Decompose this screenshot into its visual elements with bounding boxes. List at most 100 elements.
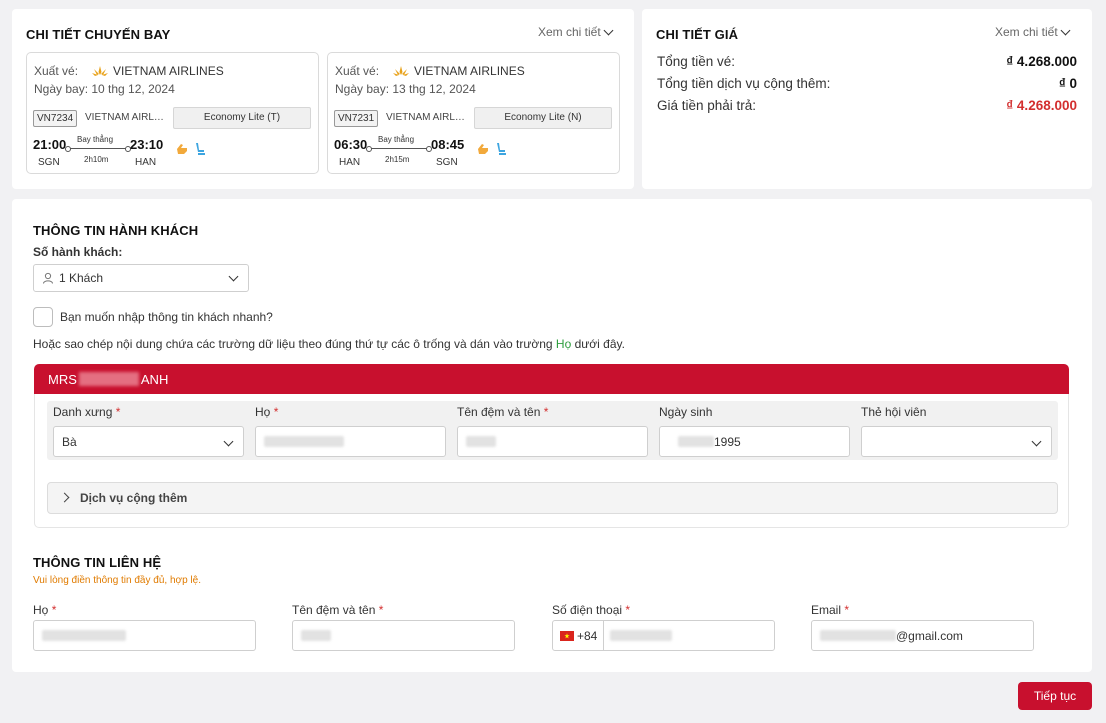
flight-code: VN7231 [334, 110, 379, 127]
arrival-time: 08:45 [431, 137, 465, 152]
dob-input[interactable]: 1995 [659, 426, 850, 457]
route-line [65, 146, 131, 152]
contact-phone-label: Số điện thoại * [552, 603, 631, 617]
more-label: Xem chi tiết [995, 25, 1058, 39]
contact-title: THÔNG TIN LIÊN HỆ [33, 555, 162, 570]
vietnam-flag-icon [560, 630, 574, 641]
route-line [366, 146, 432, 152]
flight-date: Ngày bay: 10 thg 12, 2024 [34, 82, 175, 96]
addon-services-toggle[interactable]: Dịch vụ cộng thêm [47, 482, 1058, 514]
passenger-tab[interactable]: MRS ANH [34, 364, 1069, 394]
amount-due-row: Giá tiền phải trả: ₫ 4.268.000 [657, 98, 1077, 113]
price-label: Tổng tiền dịch vụ cộng thêm: [657, 76, 831, 91]
meal-icon [478, 144, 488, 154]
redacted-name [78, 372, 139, 386]
first-name-label: Tên đệm và tên * [457, 405, 549, 419]
price-label: Giá tiền phải trả: [657, 98, 757, 113]
redacted-value [678, 436, 714, 447]
user-icon [43, 272, 53, 284]
ticket-label: Xuất vé: [34, 64, 79, 78]
redacted-value [42, 630, 126, 641]
contact-first-name-label: Tên đệm và tên * [292, 603, 384, 617]
passenger-panel: Danh xưng * Họ * Tên đệm và tên * Ngày s… [34, 394, 1069, 528]
title-label: Danh xưng * [53, 405, 121, 419]
price-details-card: CHI TIẾT GIÁ Xem chi tiết Tổng tiền vé: … [642, 9, 1092, 189]
contact-last-name-input[interactable] [33, 620, 256, 651]
member-card-select[interactable] [861, 426, 1052, 457]
seat-icon [497, 143, 506, 155]
continue-button[interactable]: Tiếp tục [1018, 682, 1092, 710]
hint-link: Họ [555, 337, 572, 351]
flight-details-title: CHI TIẾT CHUYẾN BAY [26, 27, 171, 42]
last-name-input[interactable] [255, 426, 446, 457]
price-value: ₫ 4.268.000 [1006, 98, 1077, 113]
direct-label: Bay thẳng [77, 135, 114, 144]
quick-fill-checkbox[interactable] [33, 307, 53, 327]
chevron-down-icon [223, 436, 234, 447]
email-suffix: @gmail.com [896, 628, 963, 643]
contact-note: Vui lòng điền thông tin đầy đủ, hợp lệ. [33, 575, 201, 586]
contact-phone-input[interactable]: +84 [552, 620, 775, 651]
passenger-tab-suffix: ANH [140, 371, 169, 387]
redacted-value [301, 630, 331, 641]
redacted-value [820, 630, 896, 641]
paste-hint: Hoặc sao chép nội dung chứa các trường d… [33, 337, 625, 351]
price-value: ₫ 0 [1058, 76, 1077, 91]
arrival-airport: HAN [135, 157, 157, 168]
contact-last-name-label: Họ * [33, 603, 57, 617]
meal-icon [177, 144, 187, 154]
price-value: ₫ 4.268.000 [1006, 54, 1077, 69]
price-details-more-link[interactable]: Xem chi tiết [995, 25, 1071, 39]
fare-class: Economy Lite (T) [173, 107, 311, 129]
chevron-down-icon [1031, 436, 1042, 447]
arrival-airport: SGN [436, 157, 458, 168]
ticket-label: Xuất vé: [335, 64, 380, 78]
passenger-fields: Danh xưng * Họ * Tên đệm và tên * Ngày s… [47, 401, 1058, 460]
ticket-total-row: Tổng tiền vé: ₫ 4.268.000 [657, 54, 1077, 69]
airline-logo-icon [92, 66, 109, 76]
country-code-select[interactable]: +84 [553, 621, 605, 650]
passenger-count-value: 1 Khách [59, 271, 104, 285]
contact-email-input[interactable]: @gmail.com [811, 620, 1034, 651]
dob-label: Ngày sinh [659, 405, 713, 419]
addon-label: Dịch vụ cộng thêm [80, 491, 188, 505]
aircraft-name: VIETNAM AIRLI... [85, 112, 165, 123]
more-label: Xem chi tiết [538, 25, 601, 39]
contact-first-name-input[interactable] [292, 620, 515, 651]
first-name-input[interactable] [457, 426, 648, 457]
addon-total-row: Tổng tiền dịch vụ cộng thêm: ₫ 0 [657, 76, 1077, 91]
flight-card-return: Xuất vé: VIETNAM AIRLINES Ngày bay: 13 t… [327, 52, 620, 174]
departure-airport: SGN [38, 157, 60, 168]
duration: 2h15m [385, 155, 410, 164]
chevron-right-icon [59, 492, 70, 503]
price-details-title: CHI TIẾT GIÁ [656, 27, 739, 42]
price-label: Tổng tiền vé: [657, 54, 736, 69]
passenger-title: THÔNG TIN HÀNH KHÁCH [33, 223, 199, 238]
fare-class: Economy Lite (N) [474, 107, 612, 129]
redacted-value [264, 436, 344, 447]
direct-label: Bay thẳng [378, 135, 415, 144]
last-name-label: Họ * [255, 405, 279, 419]
flight-code: VN7234 [33, 110, 78, 127]
departure-time: 06:30 [334, 137, 368, 152]
dob-value: 1995 [714, 434, 741, 449]
title-value: Bà [62, 434, 77, 449]
departure-airport: HAN [339, 157, 361, 168]
airline-name: VIETNAM AIRLINES [414, 64, 525, 78]
title-select[interactable]: Bà [53, 426, 244, 457]
contact-email-label: Email * [811, 603, 850, 617]
flight-details-more-link[interactable]: Xem chi tiết [538, 25, 614, 39]
flight-date: Ngày bay: 13 thg 12, 2024 [335, 82, 476, 96]
redacted-value [610, 630, 673, 641]
passenger-count-select[interactable]: 1 Khách [33, 264, 249, 292]
chevron-down-icon [228, 271, 239, 282]
member-card-label: Thẻ hội viên [861, 405, 927, 419]
airline-name: VIETNAM AIRLINES [113, 64, 224, 78]
departure-time: 21:00 [33, 137, 67, 152]
airline-logo-icon [393, 66, 410, 76]
aircraft-name: VIETNAM AIRLI... [386, 112, 466, 123]
quick-fill-label: Bạn muốn nhập thông tin khách nhanh? [60, 310, 273, 324]
arrival-time: 23:10 [130, 137, 164, 152]
phone-prefix: +84 [577, 628, 598, 643]
chevron-down-icon [1060, 25, 1071, 35]
